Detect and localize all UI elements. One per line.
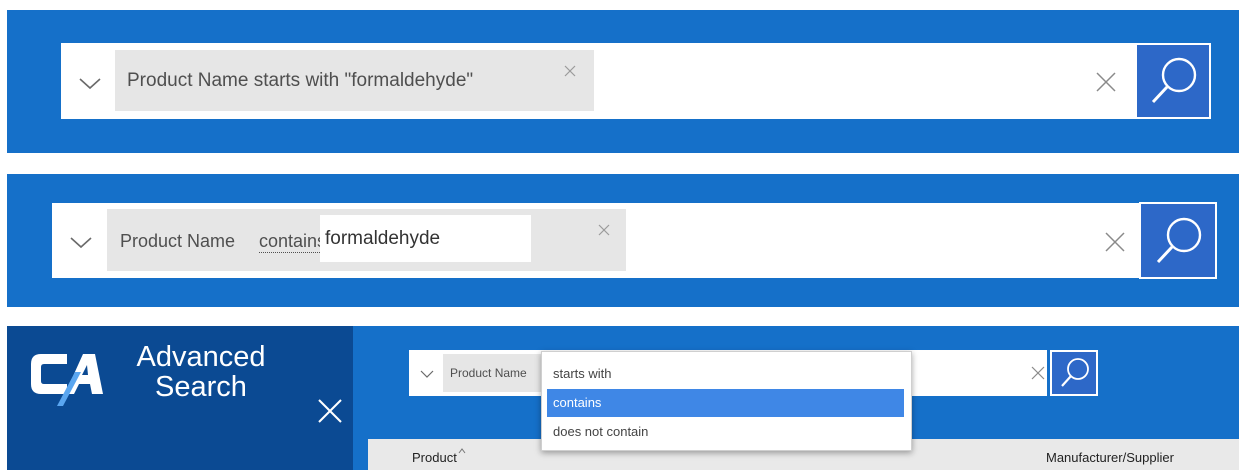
brand-header: Advanced Search xyxy=(7,326,353,470)
field-label: Product Name xyxy=(450,366,527,380)
search-bar: Product Name starts with "formaldehyde" xyxy=(61,43,1209,119)
brand-title: Advanced Search xyxy=(111,342,291,402)
operator-option-contains[interactable]: contains xyxy=(547,389,904,417)
filter-chip: Product Name contains formaldehyde xyxy=(107,209,626,271)
filter-chip: Product Name xyxy=(443,354,553,392)
operator-option-does-not-contain[interactable]: does not contain xyxy=(547,418,904,446)
chevron-down-icon[interactable] xyxy=(420,370,434,379)
close-icon[interactable] xyxy=(597,223,611,237)
search-panel-contains: Product Name contains formaldehyde xyxy=(7,174,1239,307)
filter-chip-label: Product Name starts with "formaldehyde" xyxy=(127,70,474,91)
chevron-down-icon[interactable] xyxy=(69,236,93,250)
search-button[interactable] xyxy=(1135,43,1211,119)
column-header-product[interactable]: Product xyxy=(412,448,466,465)
search-button[interactable] xyxy=(1139,202,1217,279)
advanced-search-panel: Advanced Search Product Name Product Man… xyxy=(7,326,1239,470)
sort-caret-icon xyxy=(458,448,466,454)
search-bar: Product Name contains formaldehyde xyxy=(52,203,1215,278)
chevron-down-icon[interactable] xyxy=(78,77,102,91)
search-panel-starts-with: Product Name starts with "formaldehyde" xyxy=(7,10,1239,153)
close-icon[interactable] xyxy=(563,64,577,78)
clear-search-icon[interactable] xyxy=(1104,231,1126,253)
filter-value-input[interactable]: formaldehyde xyxy=(320,215,531,262)
filter-value-text: formaldehyde xyxy=(325,228,441,249)
search-button[interactable] xyxy=(1050,350,1098,396)
brand-title-line1: Advanced xyxy=(136,341,266,373)
brand-title-line2: Search xyxy=(155,371,247,403)
field-label: Product Name xyxy=(120,231,236,251)
operator-dropdown: starts with contains does not contain xyxy=(541,351,912,451)
search-icon xyxy=(1156,217,1202,264)
clear-search-icon[interactable] xyxy=(1095,71,1117,93)
close-icon[interactable] xyxy=(317,398,343,424)
operator-option-starts-with[interactable]: starts with xyxy=(547,360,904,388)
column-header-product-label: Product xyxy=(412,450,457,465)
filter-chip[interactable]: Product Name starts with "formaldehyde" xyxy=(115,50,594,111)
operator-toggle[interactable]: contains xyxy=(259,231,327,253)
search-icon xyxy=(1151,57,1197,104)
ca-logo xyxy=(31,354,103,406)
clear-search-icon[interactable] xyxy=(1030,365,1046,381)
column-header-manufacturer[interactable]: Manufacturer/Supplier xyxy=(1046,450,1174,465)
search-icon xyxy=(1061,358,1089,387)
